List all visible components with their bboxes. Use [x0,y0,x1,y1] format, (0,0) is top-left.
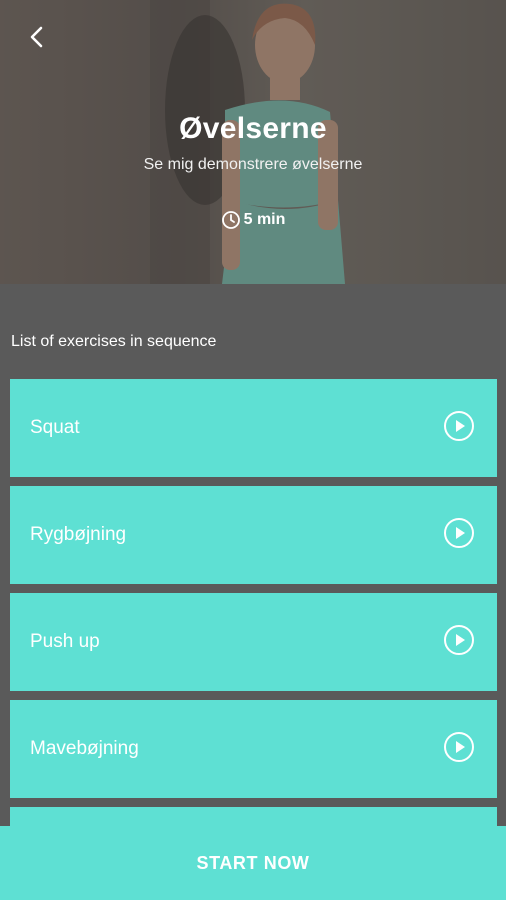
clock-icon [221,211,240,229]
page-title: Øvelserne [179,112,327,145]
exercise-item-mavebojning[interactable]: Mavebøjning [10,700,497,798]
exercise-item-squat[interactable]: Squat [10,379,497,477]
page-subtitle: Se mig demonstrere øvelserne [143,156,363,173]
chevron-left-icon [30,26,43,48]
back-button[interactable] [22,22,52,52]
duration: 5 min [0,210,506,230]
exercise-list: Squat Rygbøjning Push up Mavebøjning [10,379,497,900]
play-circle-icon[interactable] [443,624,475,656]
start-now-button[interactable]: START NOW [0,826,506,900]
play-circle-icon[interactable] [443,731,475,763]
exercise-item-rygbojning[interactable]: Rygbøjning [10,486,497,584]
exercise-label: Rygbøjning [30,524,127,545]
header-hero: Øvelserne Se mig demonstrere øvelserne 5… [0,0,506,284]
exercise-label: Mavebøjning [30,738,139,759]
duration-text: 5 min [243,211,286,228]
play-circle-icon[interactable] [443,517,475,549]
section-label: List of exercises in sequence [11,333,217,350]
exercise-item-push-up[interactable]: Push up [10,593,497,691]
exercise-label: Push up [30,631,100,652]
exercise-label: Squat [30,417,80,438]
play-circle-icon[interactable] [443,410,475,442]
